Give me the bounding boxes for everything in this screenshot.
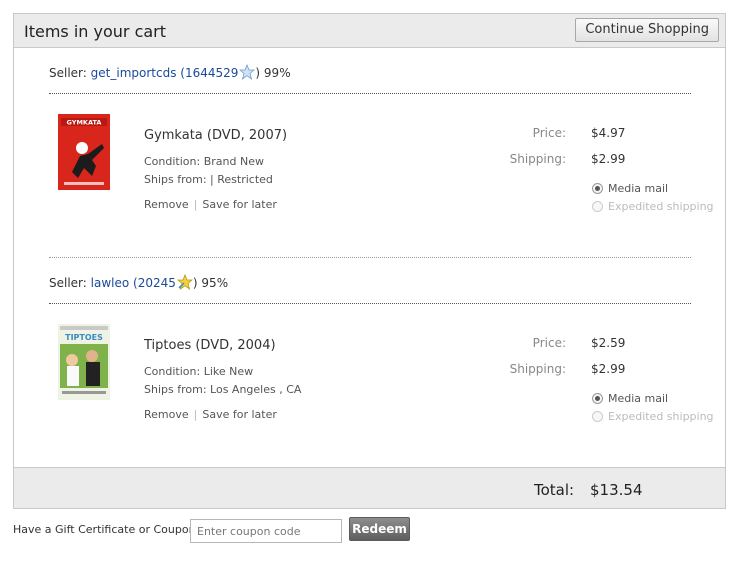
ships-from-value: Los Angeles , CA — [210, 383, 302, 396]
price-value: $2.59 — [591, 336, 626, 350]
seller-positive-percent: 99% — [263, 66, 291, 80]
condition-label: Condition: — [144, 365, 201, 378]
divider — [49, 257, 691, 258]
star-rating-icon — [239, 64, 256, 80]
cart-item: TIPTOES Tiptoes (DVD, 2004) Condition: L… — [14, 324, 725, 434]
shipping-label: Shipping: — [509, 362, 566, 376]
remove-link[interactable]: Remove — [144, 408, 189, 421]
shipping-label: Shipping: — [509, 152, 566, 166]
cart-item: GYMKATA Gymkata (DVD, 2007) Condition: B… — [14, 114, 725, 224]
shipping-value: $2.99 — [591, 152, 626, 166]
redeem-button[interactable]: Redeem — [349, 517, 410, 541]
ships-from-value: | Restricted — [210, 173, 273, 186]
total-label: Total: — [534, 481, 575, 499]
ships-from-row: Ships from: Los Angeles , CA — [144, 383, 301, 396]
ship-option-media-mail[interactable]: Media mail — [592, 182, 668, 195]
action-separator: | — [193, 198, 198, 211]
divider — [49, 303, 691, 304]
save-for-later-link[interactable]: Save for later — [202, 198, 277, 211]
item-title[interactable]: Tiptoes (DVD, 2004) — [144, 338, 276, 353]
ship-option-label: Media mail — [608, 182, 669, 195]
radio-button[interactable] — [592, 183, 603, 194]
radio-button — [592, 411, 603, 422]
item-actions: Remove | Save for later — [144, 198, 277, 211]
price-label: Price: — [532, 336, 566, 350]
seller-feedback-link[interactable]: (1644529 — [180, 64, 256, 80]
seller-line: Seller: lawleo (20245) 95% — [49, 274, 228, 290]
cart-title: Items in your cart — [24, 22, 167, 41]
condition-value: Like New — [203, 365, 254, 378]
coupon-prompt: Have a Gift Certificate or Coupon? — [13, 523, 202, 536]
ship-option-label: Expedited shipping — [608, 410, 714, 423]
radio-button[interactable] — [592, 393, 603, 404]
seller-name-link[interactable]: lawleo — [91, 276, 130, 290]
ship-option-label: Media mail — [608, 392, 669, 405]
product-thumbnail[interactable]: TIPTOES — [58, 324, 110, 400]
total-bar: Total: $13.54 — [14, 467, 725, 508]
seller-label: Seller: — [49, 276, 87, 290]
seller-name-link[interactable]: get_importcds — [91, 66, 177, 80]
cart-panel: Items in your cart Continue Shopping Sel… — [13, 13, 726, 509]
seller-label: Seller: — [49, 66, 87, 80]
item-actions: Remove | Save for later — [144, 408, 277, 421]
seller-feedback-link[interactable]: (20245 — [133, 274, 193, 290]
product-thumbnail[interactable]: GYMKATA — [58, 114, 110, 190]
seller-feedback-count: (20245 — [133, 276, 176, 290]
cover-title: GYMKATA — [67, 119, 102, 127]
ship-option-expedited: Expedited shipping — [592, 410, 714, 423]
ships-from-row: Ships from: | Restricted — [144, 173, 273, 186]
price-value: $4.97 — [591, 126, 626, 140]
ship-option-expedited: Expedited shipping — [592, 200, 714, 213]
save-for-later-link[interactable]: Save for later — [202, 408, 277, 421]
seller-positive-percent: 95% — [201, 276, 229, 290]
action-separator: | — [193, 408, 198, 421]
shipping-value: $2.99 — [591, 362, 626, 376]
cart-header: Items in your cart Continue Shopping — [14, 14, 725, 48]
continue-shopping-button[interactable]: Continue Shopping — [575, 18, 719, 42]
condition-row: Condition: Brand New — [144, 155, 264, 168]
coupon-code-input[interactable] — [190, 519, 342, 543]
ship-option-media-mail[interactable]: Media mail — [592, 392, 668, 405]
condition-label: Condition: — [144, 155, 201, 168]
condition-row: Condition: Like New — [144, 365, 253, 378]
ships-from-label: Ships from: — [144, 383, 207, 396]
divider — [49, 93, 691, 94]
seller-feedback-count: (1644529 — [180, 66, 239, 80]
remove-link[interactable]: Remove — [144, 198, 189, 211]
seller-feedback-close: ) — [192, 276, 198, 290]
price-label: Price: — [532, 126, 566, 140]
star-rating-icon — [176, 274, 193, 290]
seller-line: Seller: get_importcds (1644529) 99% — [49, 64, 291, 80]
total-value: $13.54 — [590, 481, 643, 499]
radio-button — [592, 201, 603, 212]
ship-option-label: Expedited shipping — [608, 200, 714, 213]
item-title[interactable]: Gymkata (DVD, 2007) — [144, 128, 287, 143]
cover-title: TIPTOES — [65, 333, 103, 342]
seller-feedback-close: ) — [255, 66, 261, 80]
condition-value: Brand New — [203, 155, 264, 168]
ships-from-label: Ships from: — [144, 173, 207, 186]
